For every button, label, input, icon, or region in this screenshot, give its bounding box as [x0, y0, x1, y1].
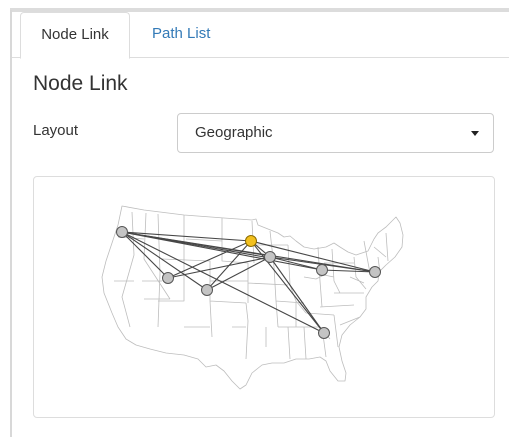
tab-bar: Node Link Path List	[12, 12, 509, 59]
tab-path-list[interactable]: Path List	[138, 12, 224, 58]
map-node[interactable]	[316, 264, 328, 276]
edge	[121, 231, 325, 334]
left-border	[10, 10, 12, 437]
nodes	[116, 226, 381, 339]
map-node[interactable]	[369, 266, 381, 278]
chevron-down-icon	[471, 131, 479, 136]
map-node[interactable]	[162, 272, 174, 284]
map-node[interactable]	[264, 251, 276, 263]
tab-node-link[interactable]: Node Link	[20, 12, 130, 59]
page-title: Node Link	[33, 72, 128, 95]
layout-label: Layout	[33, 122, 79, 139]
map-node[interactable]	[116, 226, 128, 238]
map-node-highlighted[interactable]	[245, 235, 257, 247]
map-node[interactable]	[318, 327, 330, 339]
layout-select-value: Geographic	[195, 124, 273, 141]
map-node[interactable]	[201, 284, 213, 296]
map-canvas	[101, 205, 404, 390]
app-frame: Node Link Path List Node Link Layout Geo…	[0, 0, 509, 437]
edge	[250, 240, 325, 334]
node-link-map	[33, 176, 495, 418]
layout-select[interactable]: Geographic	[177, 113, 494, 153]
edge	[121, 231, 252, 242]
